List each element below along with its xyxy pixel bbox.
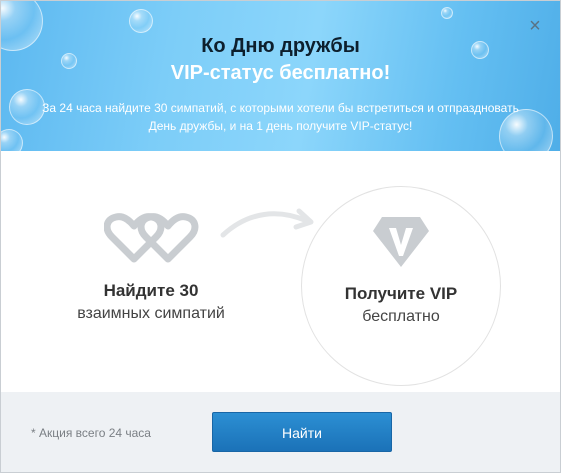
bubble-decoration [1,129,23,151]
promo-dialog: Ко Дню дружбы VIP-статус бесплатно! За 2… [0,0,561,473]
arrow-icon [220,208,314,238]
promo-subtitle: VIP-статус бесплатно! [170,62,391,84]
two-hearts-icon [104,213,199,263]
bubble-decoration [441,7,453,19]
dialog-footer: * Акция всего 24 часа Найти [1,392,560,472]
step2-title: Получите VIP [344,284,458,303]
vip-diamond-icon [373,217,429,267]
promo-header: Ко Дню дружбы VIP-статус бесплатно! За 2… [1,1,560,151]
bubble-decoration [9,89,45,125]
step1-title: Найдите 30 [103,281,199,300]
step1-subtitle: взаимных симпатий [77,305,225,322]
promo-description: За 24 часа найдите 30 симпатий, с которы… [42,101,519,133]
close-icon[interactable]: × [524,15,546,37]
find-button[interactable]: Найти [212,412,392,452]
vip-circle: Получите VIP бесплатно [301,186,501,386]
step2-subtitle: бесплатно [362,308,440,325]
promo-title: Ко Дню дружбы [201,35,360,57]
promo-note: * Акция всего 24 часа [31,426,151,440]
steps-area: Найдите 30 взаимных симпатий Получите VI… [1,151,560,392]
bubble-decoration [129,9,153,33]
